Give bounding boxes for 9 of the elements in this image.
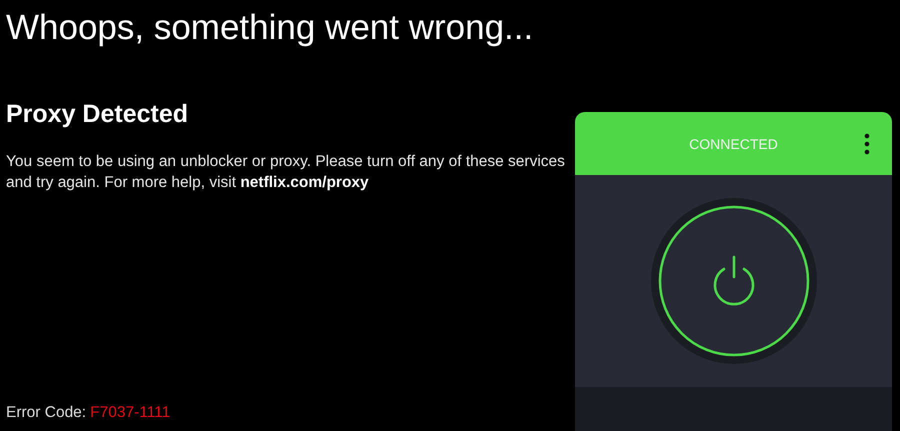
help-link[interactable]: netflix.com/proxy — [240, 174, 369, 191]
error-code: F7037-1111 — [90, 404, 170, 422]
error-message: You seem to be using an unblocker or proxy. Please turn off any of these services and try again. For more help, visit netflix.com/proxy — [6, 152, 566, 193]
status-text: CONNECTED — [689, 136, 778, 152]
power-button[interactable] — [650, 197, 818, 365]
error-code-label: Error Code: — [6, 404, 86, 422]
error-heading: Proxy Detected — [6, 100, 190, 129]
more-menu-icon[interactable] — [864, 133, 870, 155]
page-title: Whoops, something went wrong... — [6, 8, 534, 48]
